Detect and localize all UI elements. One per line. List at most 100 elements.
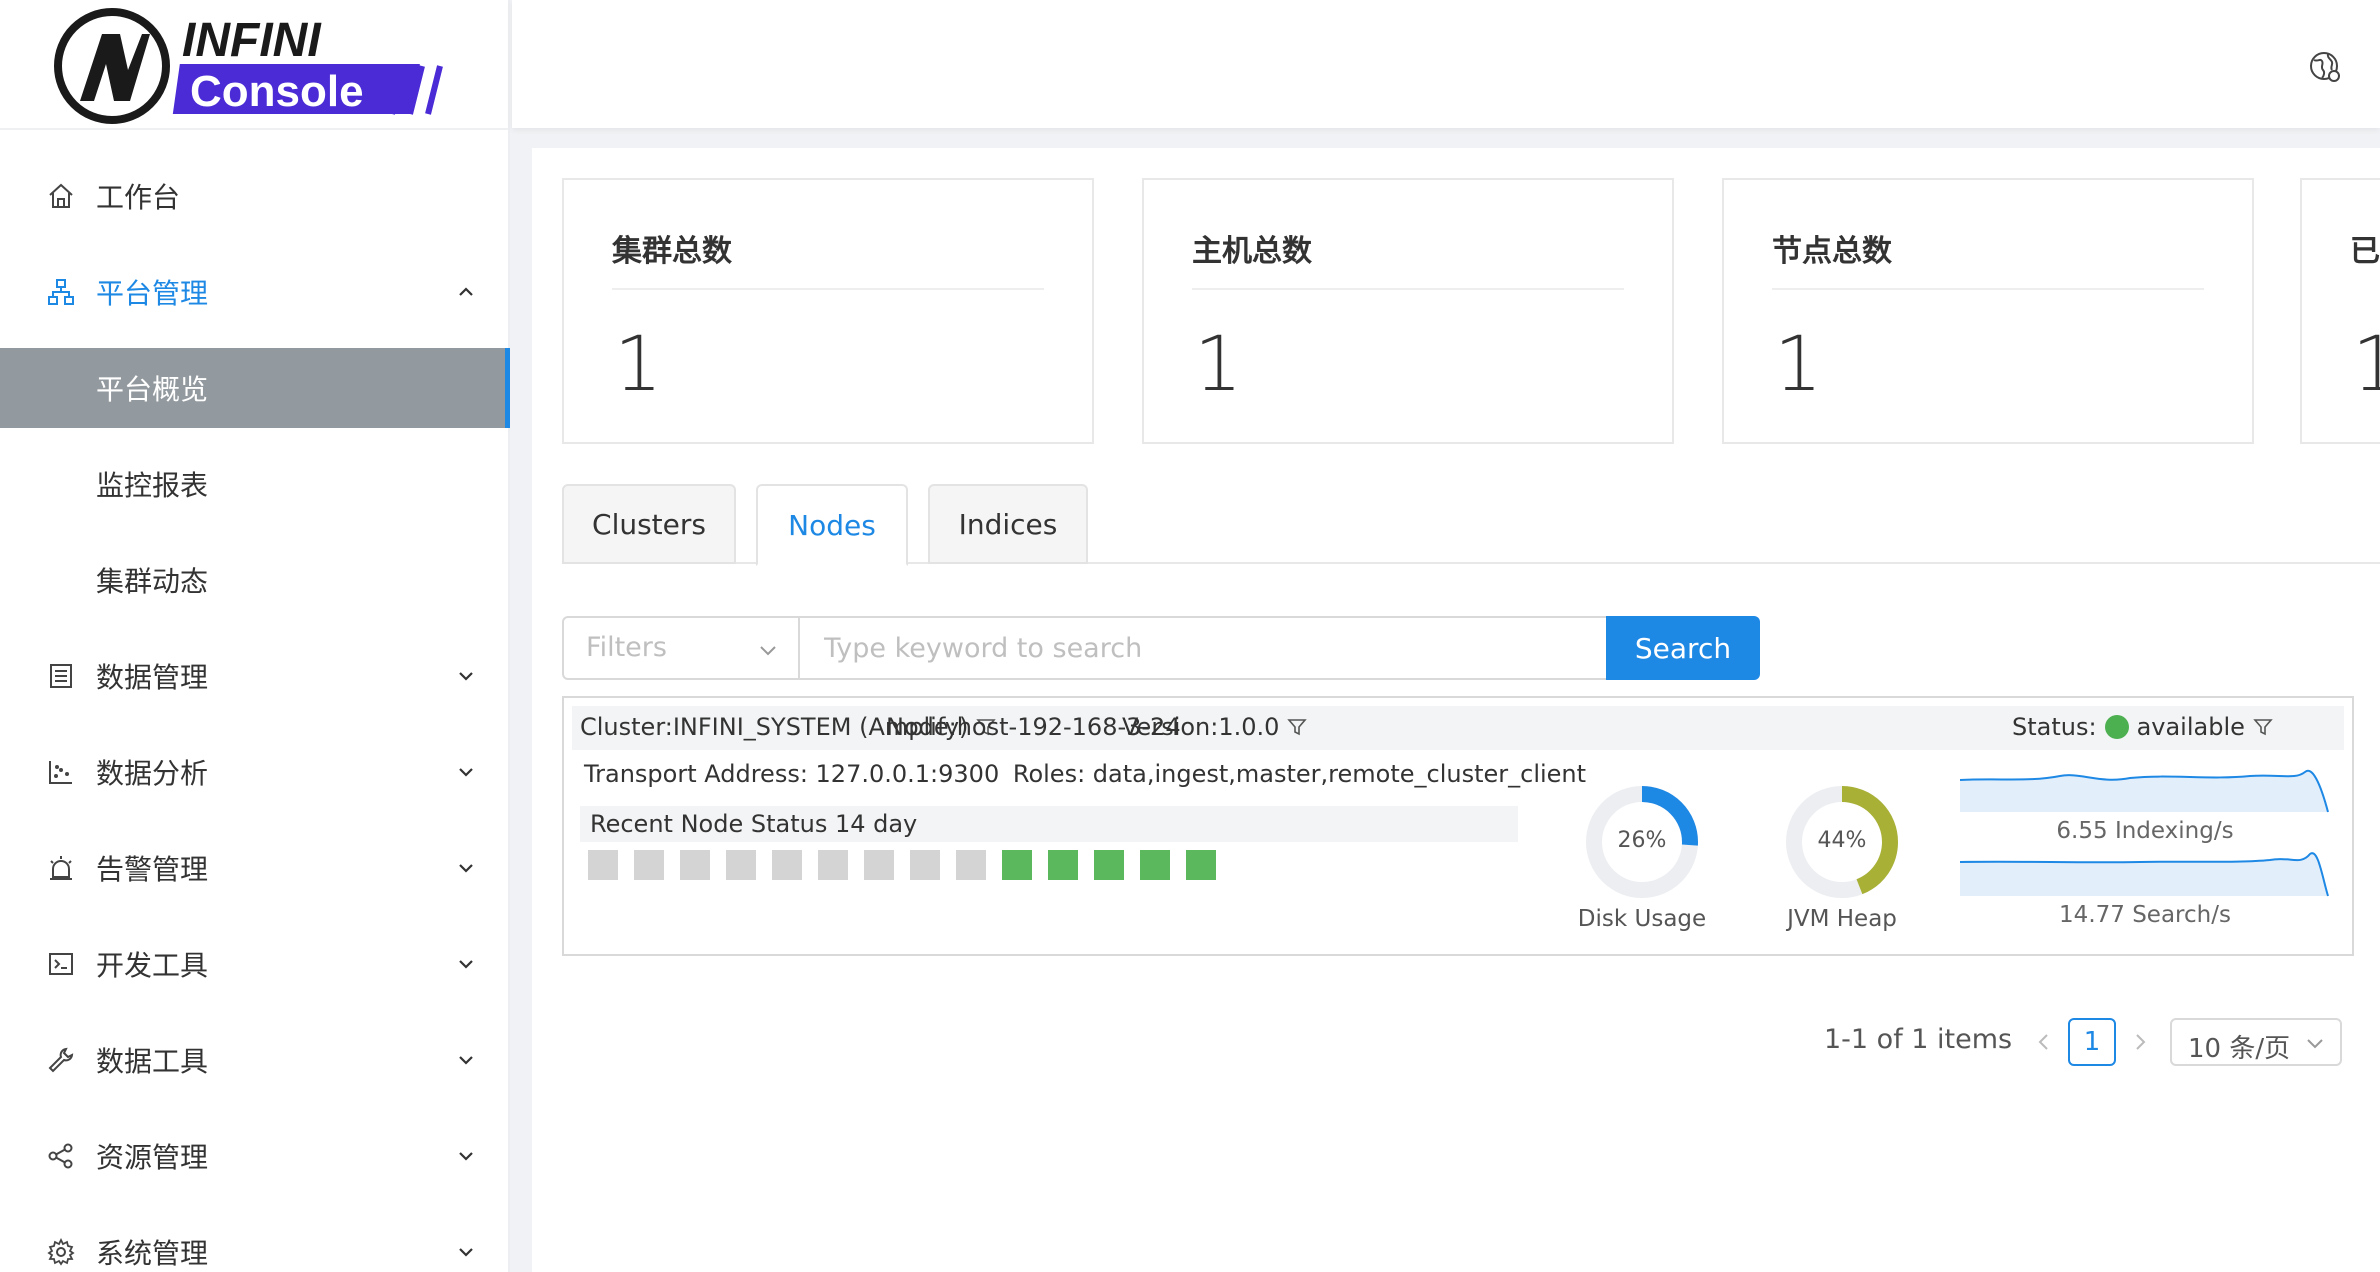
node-version: Version:1.0.0 <box>1122 713 1308 741</box>
status-dot-icon <box>2104 715 2129 739</box>
stat-title: 已 <box>2350 234 2380 269</box>
divider <box>1772 288 2204 290</box>
submenu-item-label: 集群动态 <box>96 565 209 598</box>
sidebar-item-label: 平台管理 <box>96 277 209 310</box>
node-version-text: Version:1.0.0 <box>1122 713 1280 741</box>
search-sparkline <box>1960 852 2329 897</box>
sidebar-item-alerting[interactable]: 告警管理 <box>0 828 510 908</box>
search-button[interactable]: Search <box>1606 616 1760 680</box>
status-square-gray <box>818 850 848 880</box>
chevron-down-icon <box>760 646 776 656</box>
main-content: 集群总数 1 主机总数 1 节点总数 1 已 1 Clusters Nodes … <box>532 148 2380 1272</box>
sidebar-item-dev-tools[interactable]: 开发工具 <box>0 924 510 1004</box>
stat-card-clusters[interactable]: 集群总数 1 <box>562 178 1094 444</box>
node-roles: Roles: data,ingest,master,remote_cluster… <box>1012 760 1587 788</box>
terminal-icon <box>49 953 73 975</box>
sidebar-item-label: 数据分析 <box>96 757 209 790</box>
tab-bar: Clusters Nodes Indices <box>562 484 2380 566</box>
indexing-sparkline <box>1960 769 2329 813</box>
svg-text:INFINI: INFINI <box>182 14 322 67</box>
stat-value: 1 <box>614 319 663 408</box>
status-square-gray <box>772 850 802 880</box>
chevron-down-icon <box>2307 1039 2323 1049</box>
sidebar: INFINI Console 工作台 平台管理 平台概览 监控报表 集群动态 数… <box>0 0 510 1272</box>
recent-status-header: Recent Node Status 14 day <box>580 806 1518 842</box>
chevron-up-icon <box>459 287 473 296</box>
divider <box>612 288 1044 290</box>
status-square-green <box>1002 850 1032 880</box>
chevron-down-icon <box>459 864 473 873</box>
recent-status-title: Recent Node Status 14 day <box>590 810 918 838</box>
filters-select[interactable]: Filters <box>562 616 800 680</box>
page-size-select[interactable]: 10 条/页 <box>2170 1018 2342 1066</box>
top-header <box>512 0 2380 128</box>
sidebar-item-label: 告警管理 <box>96 853 209 886</box>
submenu-item-monitor-report[interactable]: 监控报表 <box>0 444 510 524</box>
status-square-gray <box>956 850 986 880</box>
database-icon <box>50 664 72 688</box>
wrench-icon <box>48 1047 74 1073</box>
chevron-down-icon <box>459 1152 473 1161</box>
chevron-right-icon[interactable] <box>2128 1028 2152 1056</box>
filter-icon[interactable] <box>2253 717 2273 737</box>
sidebar-item-label: 开发工具 <box>96 949 209 982</box>
pagination-page-1[interactable]: 1 <box>2068 1018 2116 1066</box>
chevron-down-icon <box>459 1248 473 1257</box>
sidebar-item-label: 资源管理 <box>96 1141 209 1174</box>
sidebar-item-label: 工作台 <box>96 181 181 214</box>
sidebar-item-data-management[interactable]: 数据管理 <box>0 636 510 716</box>
filter-icon[interactable] <box>1287 717 1308 737</box>
sidebar-item-data-analysis[interactable]: 数据分析 <box>0 732 510 812</box>
filters-placeholder: Filters <box>586 632 667 663</box>
sidebar-item-platform[interactable]: 平台管理 <box>0 252 510 332</box>
tab-nodes[interactable]: Nodes <box>756 484 908 566</box>
page-size-value: 10 条/页 <box>2188 1034 2291 1064</box>
sidebar-item-resources[interactable]: 资源管理 <box>0 1116 510 1196</box>
stat-card-hosts[interactable]: 主机总数 1 <box>1142 178 1674 444</box>
sidebar-item-label: 系统管理 <box>96 1237 209 1270</box>
stat-card-nodes[interactable]: 节点总数 1 <box>1722 178 2254 444</box>
jvm-heap-percent: 44% <box>1817 828 1867 853</box>
submenu-item-overview[interactable]: 平台概览 <box>0 348 510 428</box>
stat-title: 主机总数 <box>1192 234 1312 269</box>
submenu-item-cluster-activity[interactable]: 集群动态 <box>0 540 510 620</box>
sitemap-icon <box>48 279 74 305</box>
status-square-gray <box>680 850 710 880</box>
app-logo[interactable]: INFINI Console <box>0 0 508 130</box>
indexing-rate: 6.55 Indexing/s <box>2056 818 2234 844</box>
stat-card-partial[interactable]: 已 1 <box>2300 178 2380 444</box>
status-square-green <box>1140 850 1170 880</box>
status-square-gray <box>588 850 618 880</box>
tab-indices[interactable]: Indices <box>928 484 1088 564</box>
status-square-green <box>1048 850 1078 880</box>
chevron-down-icon <box>459 1056 473 1065</box>
chart-icon <box>49 761 72 784</box>
transport-address: Transport Address: 127.0.0.1:9300 <box>584 760 1000 788</box>
node-transport-roles: Transport Address: 127.0.0.1:9300 Roles:… <box>584 760 1586 788</box>
infini-logo-icon: INFINI Console <box>54 8 443 124</box>
sidebar-item-system[interactable]: 系统管理 <box>0 1212 510 1272</box>
node-card[interactable]: Cluster:INFINI_SYSTEM (Amplify) Node:hos… <box>562 696 2354 956</box>
status-square-gray <box>910 850 940 880</box>
sidebar-item-data-tools[interactable]: 数据工具 <box>0 1020 510 1100</box>
sidebar-item-workbench[interactable]: 工作台 <box>0 156 510 236</box>
chevron-down-icon <box>459 672 473 681</box>
gear-icon <box>47 1237 75 1266</box>
jvm-heap-label: JVM Heap <box>1787 906 1897 932</box>
status-square-gray <box>726 850 756 880</box>
home-icon <box>49 183 73 208</box>
chevron-down-icon <box>459 768 473 777</box>
chevron-down-icon <box>459 960 473 969</box>
status-label: Status: <box>2012 713 2097 741</box>
sidebar-item-label: 数据管理 <box>96 661 209 694</box>
chevron-left-icon[interactable] <box>2032 1028 2056 1056</box>
stat-value: 1 <box>2352 319 2380 408</box>
language-globe-icon[interactable] <box>2308 50 2342 84</box>
disk-usage-label: Disk Usage <box>1577 906 1707 932</box>
stat-value: 1 <box>1194 319 1243 408</box>
sidebar-item-label: 数据工具 <box>96 1045 209 1078</box>
status-square-gray <box>634 850 664 880</box>
search-input[interactable] <box>800 616 1608 680</box>
submenu-item-label: 平台概览 <box>96 373 209 406</box>
tab-clusters[interactable]: Clusters <box>562 484 736 564</box>
